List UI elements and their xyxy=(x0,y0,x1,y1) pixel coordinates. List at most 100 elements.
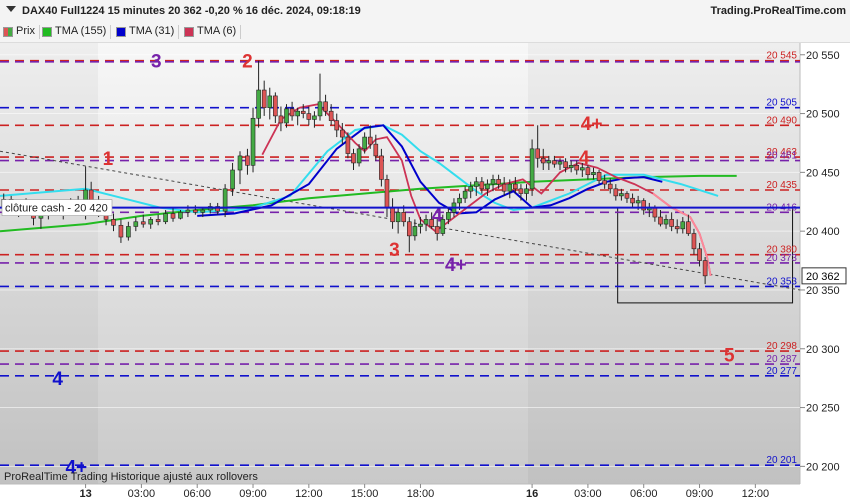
candle-body xyxy=(641,200,647,211)
level-label: 20 353 xyxy=(766,276,797,287)
candle-body xyxy=(351,153,356,164)
close-line-group: clôture cash - 20 420 xyxy=(0,199,800,216)
candle-body xyxy=(68,202,73,207)
candle-body xyxy=(178,212,183,219)
legend-item-tma6[interactable]: TMA (6) xyxy=(184,25,242,39)
candle-body xyxy=(185,209,191,213)
level-label: 20 463 xyxy=(766,147,797,158)
candle-body xyxy=(473,181,479,187)
candle-body xyxy=(407,221,412,237)
legend-label-price: Prix xyxy=(16,25,35,37)
annotations: 3 214+4434+544+ xyxy=(52,52,735,479)
x-tick-label: 16 xyxy=(526,488,538,500)
candle-body xyxy=(635,200,641,204)
trendline xyxy=(0,150,801,291)
x-tick-label: 18:00 xyxy=(407,488,435,500)
x-tick-label: 15:00 xyxy=(351,488,379,500)
grid xyxy=(0,54,800,467)
level-label: 20 505 xyxy=(766,98,797,109)
footer-note: ProRealTime Trading Historique ajusté au… xyxy=(4,471,258,483)
y-axis: 20 550 20 500 20 450 20 400 20 350 20 300 20 2… xyxy=(800,50,847,473)
candle-body xyxy=(278,115,284,124)
x-tick-label: 03:00 xyxy=(128,488,156,500)
candle-body xyxy=(96,203,101,211)
level-lines: 20 545 20 505 20 490 20 46320 461 20 435 20 4… xyxy=(0,51,800,466)
wave-annotation: 4 xyxy=(579,148,590,169)
wave-annotation: 4 xyxy=(432,206,443,227)
candle-body xyxy=(118,224,124,238)
candle-body xyxy=(580,167,585,171)
candle-body xyxy=(451,202,457,213)
candle-body xyxy=(103,209,109,220)
candle-body xyxy=(446,212,451,220)
candle-body xyxy=(317,101,323,117)
y-tick-label: 20 550 xyxy=(806,50,840,62)
candle-body xyxy=(200,209,206,213)
candle-body xyxy=(591,172,596,176)
candle-body xyxy=(379,155,384,180)
candle-body xyxy=(479,181,485,190)
candle-body xyxy=(613,188,619,197)
tma6-line-recent xyxy=(652,192,712,276)
candle-body xyxy=(31,213,36,219)
candle-body xyxy=(669,219,674,227)
candle-body xyxy=(312,115,317,120)
candle-body xyxy=(60,206,66,211)
candle-body xyxy=(624,193,630,199)
candle-body xyxy=(245,155,250,166)
candle-body xyxy=(111,219,116,226)
candle-body xyxy=(250,117,256,166)
candle-body xyxy=(222,188,228,212)
y-tick-label: 20 350 xyxy=(806,285,840,297)
legend-label-tma155: TMA (155) xyxy=(55,25,107,37)
y-tick-label: 20 200 xyxy=(806,461,840,473)
instrument-title[interactable]: DAX40 Full1224 15 minutes 20 362 -0,20 %… xyxy=(22,5,361,17)
candle-body xyxy=(524,188,529,194)
candle-body xyxy=(267,95,273,108)
level-label: 20 380 xyxy=(766,245,797,256)
candle-body xyxy=(529,148,535,190)
x-tick-label: 06:00 xyxy=(630,488,658,500)
legend-swatch-tma155 xyxy=(42,27,52,37)
level-label: 20 298 xyxy=(766,341,797,352)
site-name: Trading.ProRealTime.com xyxy=(710,5,846,17)
tma6-line xyxy=(261,103,712,276)
level-label: 20 287 xyxy=(766,354,797,365)
legend-label-tma6: TMA (6) xyxy=(197,25,237,37)
wave-annotation: 3 xyxy=(389,240,400,261)
last-price-label: 20 362 xyxy=(806,271,840,283)
y-tick-label: 20 400 xyxy=(806,226,840,238)
candle-body xyxy=(457,197,462,204)
legend-item-tma155[interactable]: TMA (155) xyxy=(42,25,112,39)
candle-body xyxy=(429,219,434,227)
zone-rectangle xyxy=(617,207,794,304)
candle-body xyxy=(697,248,702,261)
tma155-line xyxy=(0,174,737,233)
candle-body xyxy=(557,161,563,165)
candle-body xyxy=(261,89,267,108)
x-axis: 13 03:00 06:00 09:00 12:00 15:00 18:00 16 03:00 0… xyxy=(79,484,769,500)
candle-body xyxy=(674,226,680,230)
candle-body xyxy=(256,89,261,119)
candle-body xyxy=(53,207,59,211)
plot-background xyxy=(0,43,800,484)
candle-body xyxy=(300,110,306,114)
candle-body xyxy=(328,110,334,121)
candle-body xyxy=(434,226,440,234)
dropdown-caret-icon[interactable] xyxy=(6,6,16,12)
candle-body xyxy=(384,179,390,208)
candle-body xyxy=(155,219,161,223)
candle-body xyxy=(647,207,652,211)
candle-body xyxy=(367,136,373,145)
candle-body xyxy=(148,219,153,225)
indicator-legend: Prix TMA (155) TMA (31) TMA (6) xyxy=(0,22,850,43)
x-tick-label: 12:00 xyxy=(295,488,323,500)
x-tick-label: 09:00 xyxy=(239,488,267,500)
legend-item-tma31[interactable]: TMA (31) xyxy=(116,25,180,39)
candle-body xyxy=(702,260,708,277)
candle-body xyxy=(418,223,423,227)
candle-body xyxy=(658,216,663,225)
legend-item-price[interactable]: Prix xyxy=(3,25,40,39)
price-chart[interactable]: 20 545 20 505 20 490 20 46320 461 20 435 20 4… xyxy=(0,0,850,500)
candle-body xyxy=(170,213,176,219)
